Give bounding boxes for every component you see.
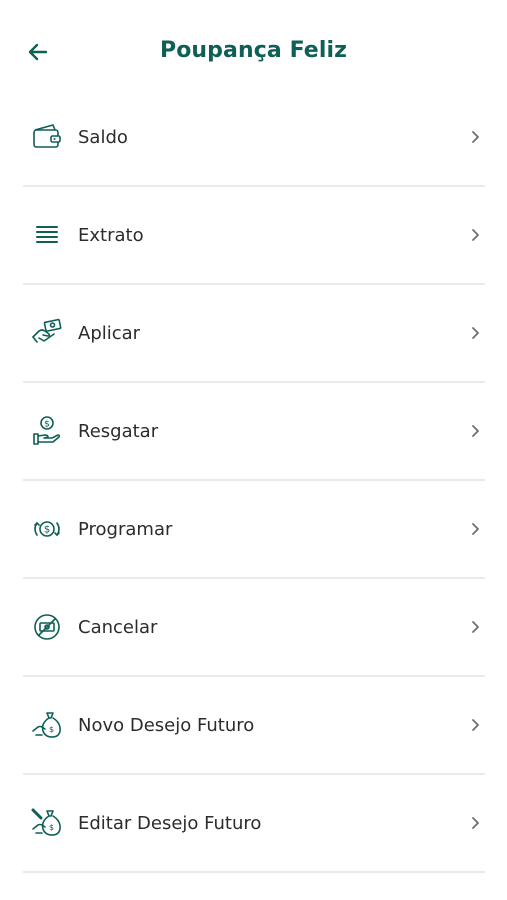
menu-item-novo-desejo-futuro[interactable]: $ Novo Desejo Futuro [23, 677, 485, 775]
svg-text:$: $ [49, 725, 54, 734]
page-title: Poupança Feliz [159, 38, 348, 63]
chevron-right-icon [467, 227, 483, 243]
menu-item-label: Editar Desejo Futuro [78, 812, 262, 834]
app-header: Poupança Feliz [0, 0, 507, 100]
cancel-money-icon [30, 610, 64, 644]
menu-item-label: Programar [78, 518, 173, 540]
list-lines-icon [30, 218, 64, 252]
chevron-right-icon [467, 815, 483, 831]
menu-item-label: Saldo [78, 126, 128, 148]
chevron-right-icon [467, 521, 483, 537]
wallet-icon [30, 120, 64, 154]
menu-item-label: Extrato [78, 224, 144, 246]
hand-coin-icon: $ [30, 414, 64, 448]
chevron-right-icon [467, 129, 483, 145]
menu-item-aplicar[interactable]: Aplicar [23, 285, 485, 383]
svg-text:$: $ [44, 420, 50, 430]
svg-text:$: $ [49, 823, 54, 832]
menu-item-saldo[interactable]: Saldo [23, 89, 485, 187]
coin-cycle-icon: $ [30, 512, 64, 546]
chevron-right-icon [467, 325, 483, 341]
menu-item-label: Resgatar [78, 420, 159, 442]
menu-item-label: Cancelar [78, 616, 158, 638]
menu-item-cancelar[interactable]: Cancelar [23, 579, 485, 677]
menu-item-resgatar[interactable]: $ Resgatar [23, 383, 485, 481]
menu-item-label: Aplicar [78, 322, 141, 344]
menu-item-label: Novo Desejo Futuro [78, 714, 255, 736]
money-bag-icon: $ [30, 708, 64, 742]
hand-money-icon [30, 316, 64, 350]
menu-item-programar[interactable]: $ Programar [23, 481, 485, 579]
menu-item-extrato[interactable]: Extrato [23, 187, 485, 285]
edit-money-bag-icon: $ [30, 806, 64, 840]
chevron-right-icon [467, 619, 483, 635]
menu-item-editar-desejo-futuro[interactable]: $ Editar Desejo Futuro [23, 775, 485, 873]
options-menu: Saldo Extrato Aplicar $ Resgatar $ Progr… [23, 89, 485, 873]
chevron-right-icon [467, 717, 483, 733]
svg-text:$: $ [44, 525, 50, 536]
chevron-right-icon [467, 423, 483, 439]
